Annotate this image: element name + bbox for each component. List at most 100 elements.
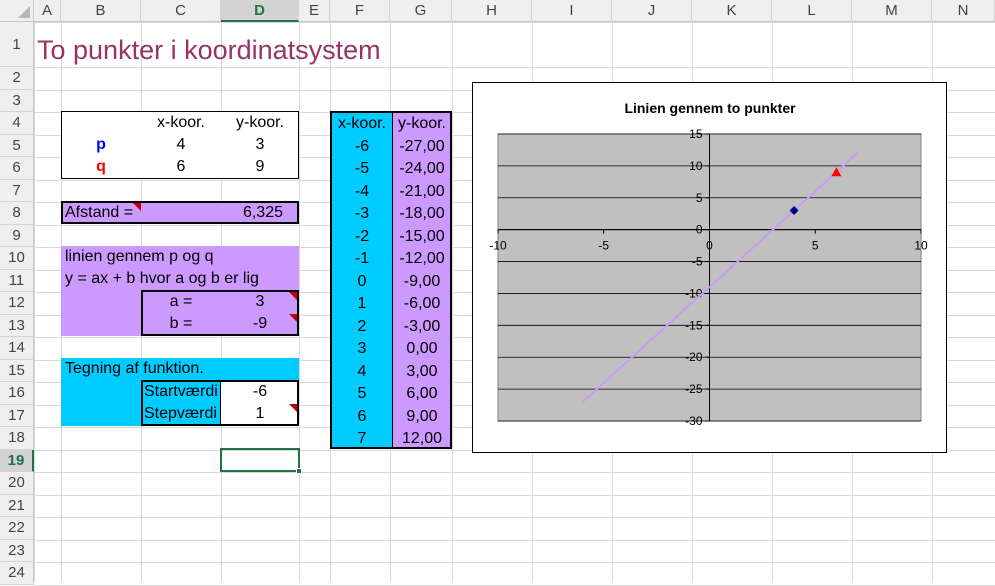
point-p-y[interactable]: 3 — [221, 134, 299, 156]
column-header-b[interactable]: B — [61, 0, 141, 22]
row-header-19[interactable]: 19 — [0, 449, 34, 472]
point-q-y[interactable]: 9 — [221, 156, 299, 178]
values-y-cell[interactable]: 0,00 — [393, 338, 451, 360]
row-header-6[interactable]: 6 — [0, 157, 34, 180]
row-header-20[interactable]: 20 — [0, 472, 34, 495]
column-header-k[interactable]: K — [692, 0, 772, 22]
point-table-header-x[interactable]: x-koor. — [141, 112, 221, 134]
values-y-cell[interactable]: -24,00 — [393, 158, 451, 180]
comment-indicator — [289, 314, 297, 322]
values-y-cell[interactable]: -12,00 — [393, 248, 451, 270]
values-y-cell[interactable]: 3,00 — [393, 361, 451, 383]
values-y-cell[interactable]: 9,00 — [393, 406, 451, 428]
y-tick-label: -10 — [685, 286, 703, 300]
values-x-cell[interactable]: -4 — [332, 181, 392, 203]
row-header-21[interactable]: 21 — [0, 494, 34, 517]
y-tick-label: -25 — [685, 382, 703, 396]
row-header-12[interactable]: 12 — [0, 292, 34, 315]
row-header-17[interactable]: 17 — [0, 404, 34, 427]
values-x-cell[interactable]: -1 — [332, 248, 392, 270]
a-label[interactable]: a = — [141, 291, 221, 313]
values-x-cell[interactable]: 3 — [332, 338, 392, 360]
values-y-cell[interactable]: -6,00 — [393, 293, 451, 315]
gridline-horizontal — [34, 584, 995, 586]
column-header-i[interactable]: I — [532, 0, 612, 22]
point-q-label[interactable]: q — [61, 156, 141, 178]
line-description-1[interactable]: linien gennem p og q — [61, 246, 214, 268]
start-label[interactable]: Startværdi — [144, 381, 221, 403]
values-y-cell[interactable]: -27,00 — [393, 136, 451, 158]
values-x-cell[interactable]: 5 — [332, 383, 392, 405]
row-header-4[interactable]: 4 — [0, 112, 34, 135]
step-value-input[interactable]: 1 — [221, 403, 299, 425]
point-p-label[interactable]: p — [61, 134, 141, 156]
point-q-x[interactable]: 6 — [141, 156, 221, 178]
fill-handle[interactable] — [296, 468, 302, 474]
row-header-18[interactable]: 18 — [0, 427, 34, 450]
column-header-l[interactable]: L — [772, 0, 852, 22]
column-header-h[interactable]: H — [452, 0, 532, 22]
b-value[interactable]: -9 — [221, 313, 299, 335]
values-x-cell[interactable]: 6 — [332, 406, 392, 428]
column-header-m[interactable]: M — [852, 0, 932, 22]
drawing-heading[interactable]: Tegning af funktion. — [61, 358, 204, 380]
line-description-2[interactable]: y = ax + b hvor a og b er lig — [61, 268, 259, 290]
values-y-cell[interactable]: -18,00 — [393, 203, 451, 225]
values-x-cell[interactable]: 0 — [332, 271, 392, 293]
start-value-input[interactable]: -6 — [221, 381, 299, 403]
values-x-cell[interactable]: 4 — [332, 361, 392, 383]
sheet-title[interactable]: To punkter i koordinatsystem — [37, 33, 381, 67]
row-header-10[interactable]: 10 — [0, 247, 34, 270]
column-header-d[interactable]: D — [221, 0, 299, 22]
row-header-11[interactable]: 11 — [0, 269, 34, 292]
values-y-cell[interactable]: -21,00 — [393, 181, 451, 203]
row-header-16[interactable]: 16 — [0, 382, 34, 405]
values-y-cell[interactable]: -9,00 — [393, 271, 451, 293]
row-header-5[interactable]: 5 — [0, 134, 34, 157]
values-x-cell[interactable]: -6 — [332, 136, 392, 158]
row-header-24[interactable]: 24 — [0, 562, 34, 585]
row-header-3[interactable]: 3 — [0, 89, 34, 112]
values-y-cell[interactable]: 12,00 — [393, 428, 451, 450]
row-header-15[interactable]: 15 — [0, 359, 34, 382]
values-x-cell[interactable]: 2 — [332, 316, 392, 338]
row-header-9[interactable]: 9 — [0, 224, 34, 247]
row-header-7[interactable]: 7 — [0, 179, 34, 202]
column-header-c[interactable]: C — [141, 0, 221, 22]
column-header-e[interactable]: E — [299, 0, 330, 22]
column-header-n[interactable]: N — [932, 0, 995, 22]
a-value[interactable]: 3 — [221, 291, 299, 313]
column-header-j[interactable]: J — [612, 0, 692, 22]
values-x-cell[interactable]: -3 — [332, 203, 392, 225]
x-tick-label: -10 — [489, 239, 507, 253]
chart-frame[interactable]: Linien gennem to punkter -10 -5 0 5 10 15 10 5 0… — [472, 82, 947, 453]
gridline-horizontal — [34, 562, 995, 563]
row-header-14[interactable]: 14 — [0, 337, 34, 360]
column-header-g[interactable]: G — [390, 0, 452, 22]
values-x-cell[interactable]: 7 — [332, 428, 392, 450]
row-header-22[interactable]: 22 — [0, 517, 34, 540]
row-header-23[interactable]: 23 — [0, 539, 34, 562]
distance-label[interactable]: Afstand = — [61, 202, 141, 224]
distance-value[interactable]: 6,325 — [141, 202, 299, 224]
row-header-8[interactable]: 8 — [0, 202, 34, 225]
step-label[interactable]: Stepværdi — [144, 403, 221, 425]
point-p-x[interactable]: 4 — [141, 134, 221, 156]
point-table-header-y[interactable]: y-koor. — [221, 112, 299, 134]
values-y-cell[interactable]: 6,00 — [393, 383, 451, 405]
values-x-cell[interactable]: 1 — [332, 293, 392, 315]
row-header-1[interactable]: 1 — [0, 22, 34, 67]
select-all-corner[interactable] — [0, 0, 34, 22]
values-header-y[interactable]: y-koor. — [393, 113, 451, 135]
values-y-cell[interactable]: -3,00 — [393, 316, 451, 338]
row-header-13[interactable]: 13 — [0, 314, 34, 337]
values-y-cell[interactable]: -15,00 — [393, 226, 451, 248]
values-header-x[interactable]: x-koor. — [332, 113, 392, 135]
column-header-f[interactable]: F — [330, 0, 390, 22]
values-x-cell[interactable]: -5 — [332, 158, 392, 180]
b-label[interactable]: b = — [141, 313, 221, 335]
row-header-2[interactable]: 2 — [0, 67, 34, 90]
column-header-a[interactable]: A — [34, 0, 61, 22]
values-x-cell[interactable]: -2 — [332, 226, 392, 248]
active-cell-selection[interactable] — [220, 448, 300, 472]
